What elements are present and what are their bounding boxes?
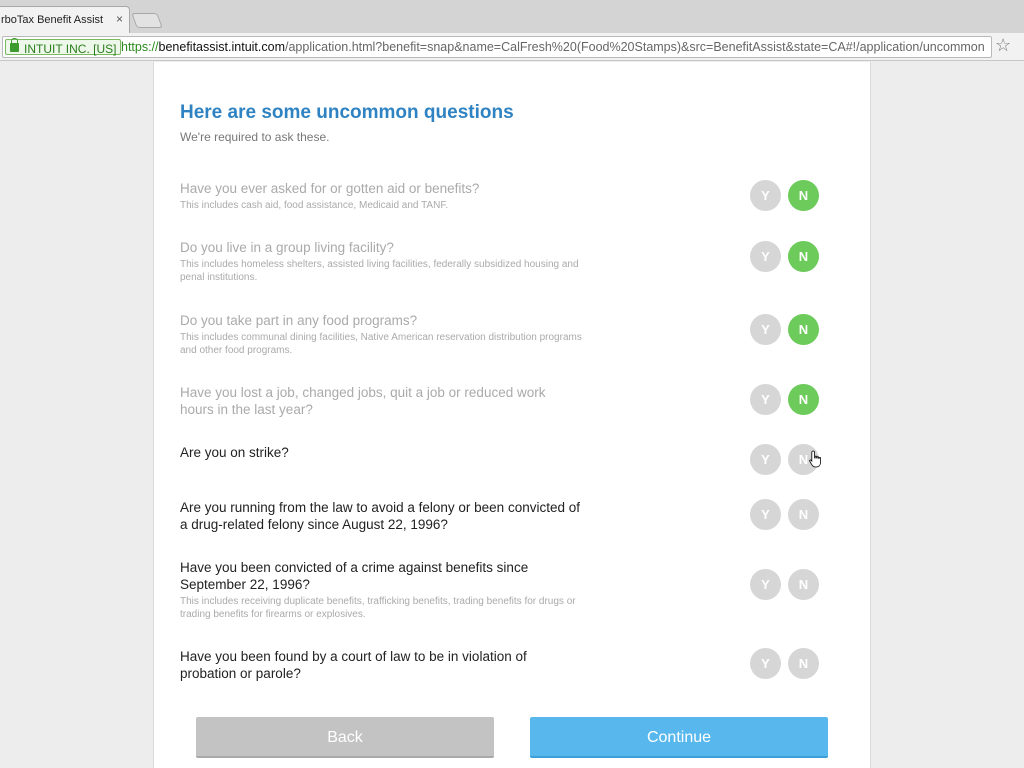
question-row: Have you lost a job, changed jobs, quit … bbox=[180, 384, 820, 418]
address-bar[interactable]: INTUIT INC. [US] https://benefitassist.i… bbox=[2, 36, 992, 58]
yes-button[interactable]: Y bbox=[750, 241, 781, 272]
question-row: Do you live in a group living facility? … bbox=[180, 239, 820, 284]
browser-tab[interactable]: rboTax Benefit Assist × bbox=[0, 6, 130, 33]
page-viewport: Here are some uncommon questions We're r… bbox=[0, 62, 1024, 768]
question-text: Have you ever asked for or gotten aid or… bbox=[180, 181, 480, 196]
page-title: Here are some uncommon questions bbox=[180, 102, 514, 123]
url-text[interactable]: https://benefitassist.intuit.com/applica… bbox=[121, 40, 985, 54]
yes-button[interactable]: Y bbox=[750, 180, 781, 211]
yes-no-toggle: Y N bbox=[750, 648, 820, 680]
yes-no-toggle: Y N bbox=[750, 241, 820, 273]
tab-title: rboTax Benefit Assist bbox=[1, 14, 104, 26]
question-text: Are you running from the law to avoid a … bbox=[180, 500, 580, 532]
yes-button[interactable]: Y bbox=[750, 384, 781, 415]
question-text: Do you take part in any food programs? bbox=[180, 313, 418, 328]
yes-button[interactable]: Y bbox=[750, 499, 781, 530]
yes-no-toggle: Y N bbox=[750, 314, 820, 346]
yes-button[interactable]: Y bbox=[750, 648, 781, 679]
ev-certificate-badge[interactable]: INTUIT INC. [US] bbox=[5, 38, 122, 56]
page-subtitle: We're required to ask these. bbox=[180, 130, 330, 144]
question-text: Have you lost a job, changed jobs, quit … bbox=[180, 385, 546, 417]
no-button[interactable]: N bbox=[788, 384, 819, 415]
browser-tab-bar: rboTax Benefit Assist × bbox=[0, 0, 1024, 33]
no-button[interactable]: N bbox=[788, 314, 819, 345]
question-row: Are you on strike? Y N bbox=[180, 444, 820, 475]
yes-no-toggle: Y N bbox=[750, 180, 820, 212]
no-button[interactable]: N bbox=[788, 569, 819, 600]
url-scheme: https:// bbox=[121, 40, 159, 54]
question-text: Do you live in a group living facility? bbox=[180, 240, 394, 255]
question-text: Have you been convicted of a crime again… bbox=[180, 560, 529, 592]
continue-button[interactable]: Continue bbox=[530, 717, 828, 758]
question-note: This includes cash aid, food assistance,… bbox=[180, 200, 449, 211]
question-row: Do you take part in any food programs? T… bbox=[180, 312, 820, 357]
yes-button[interactable]: Y bbox=[750, 444, 781, 475]
question-row: Have you been convicted of a crime again… bbox=[180, 559, 820, 621]
question-row: Have you been found by a court of law to… bbox=[180, 648, 820, 682]
url-host: benefitassist.intuit.com bbox=[158, 40, 285, 54]
browser-toolbar: INTUIT INC. [US] https://benefitassist.i… bbox=[0, 33, 1024, 61]
question-text: Have you been found by a court of law to… bbox=[180, 649, 527, 681]
question-row: Have you ever asked for or gotten aid or… bbox=[180, 180, 820, 212]
no-button[interactable]: N bbox=[788, 648, 819, 679]
question-row: Are you running from the law to avoid a … bbox=[180, 499, 820, 533]
yes-no-toggle: Y N bbox=[750, 384, 820, 416]
tab-close-icon[interactable]: × bbox=[116, 12, 123, 26]
lock-icon bbox=[10, 38, 19, 52]
questions-card: Here are some uncommon questions We're r… bbox=[153, 62, 871, 768]
yes-button[interactable]: Y bbox=[750, 314, 781, 345]
question-note: This includes homeless shelters, assiste… bbox=[180, 259, 579, 283]
url-path: /application.html?benefit=snap&name=CalF… bbox=[284, 40, 985, 54]
no-button[interactable]: N bbox=[788, 180, 819, 211]
yes-no-toggle: Y N bbox=[750, 499, 820, 531]
no-button[interactable]: N bbox=[788, 241, 819, 272]
question-text: Are you on strike? bbox=[180, 445, 289, 460]
back-button[interactable]: Back bbox=[196, 717, 494, 758]
mouse-cursor-icon bbox=[809, 450, 821, 468]
yes-button[interactable]: Y bbox=[750, 569, 781, 600]
bookmark-star-icon[interactable]: ☆ bbox=[995, 35, 1011, 55]
question-note: This includes receiving duplicate benefi… bbox=[180, 596, 576, 620]
ev-certificate-label: INTUIT INC. [US] bbox=[24, 42, 117, 56]
no-button[interactable]: N bbox=[788, 499, 819, 530]
question-note: This includes communal dining facilities… bbox=[180, 332, 582, 356]
new-tab-button[interactable] bbox=[131, 13, 163, 28]
yes-no-toggle: Y N bbox=[750, 569, 820, 601]
